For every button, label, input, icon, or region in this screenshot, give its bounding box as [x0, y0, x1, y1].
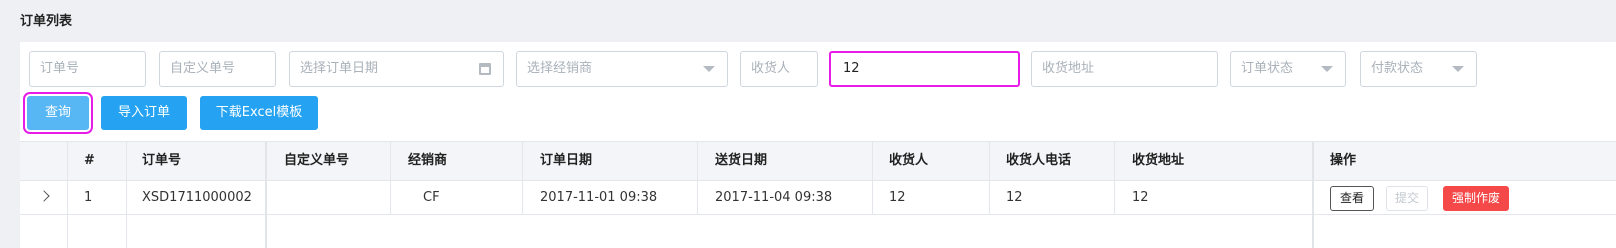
order-date-placeholder: 选择订单日期 — [300, 61, 379, 76]
payment-status-placeholder: 付款状态 — [1371, 61, 1424, 76]
row-order-date: 2017-11-01 09:38 — [540, 190, 658, 205]
chevron-down-icon — [1452, 66, 1464, 72]
row-dealer: CF — [423, 190, 440, 205]
col-index: # — [84, 153, 95, 168]
order-date-picker[interactable]: 选择订单日期 — [289, 51, 504, 87]
query-button[interactable]: 查询 — [23, 92, 93, 134]
column-divider — [989, 142, 990, 215]
column-divider — [1114, 142, 1115, 215]
payment-status-select[interactable]: 付款状态 — [1360, 51, 1477, 87]
chevron-down-icon — [703, 66, 715, 72]
table-header: # 订单号 自定义单号 经销商 订单日期 送货日期 收货人 收货人电话 收货地址… — [20, 142, 1616, 181]
row-order-no: XSD1711000002 — [142, 190, 252, 205]
col-delivery-date: 送货日期 — [715, 153, 768, 168]
custom-no-input[interactable]: 自定义单号 — [159, 51, 276, 87]
force-void-button[interactable]: 强制作废 — [1443, 186, 1509, 211]
column-divider — [67, 142, 68, 248]
view-button[interactable]: 查看 — [1330, 186, 1374, 211]
col-operations: 操作 — [1330, 153, 1357, 168]
column-divider — [522, 142, 523, 215]
address-input[interactable]: 收货地址 — [1031, 51, 1218, 87]
receiver-phone-input[interactable]: 12 — [829, 51, 1020, 87]
dealer-placeholder: 选择经销商 — [527, 61, 593, 76]
fixed-column-divider — [1312, 142, 1314, 248]
row-index: 1 — [84, 190, 93, 205]
page-title: 订单列表 — [20, 14, 73, 29]
receiver-input[interactable]: 收货人 — [740, 51, 818, 87]
column-divider — [872, 142, 873, 215]
download-excel-template-button[interactable]: 下载Excel模板 — [200, 96, 318, 130]
column-divider — [390, 142, 391, 215]
col-address: 收货地址 — [1132, 153, 1185, 168]
dealer-select[interactable]: 选择经销商 — [516, 51, 728, 87]
col-dealer: 经销商 — [408, 153, 448, 168]
import-orders-button[interactable]: 导入订单 — [101, 96, 187, 130]
row-receiver-phone: 12 — [1006, 190, 1023, 205]
order-status-placeholder: 订单状态 — [1241, 61, 1294, 76]
col-order-no: 订单号 — [142, 153, 182, 168]
column-divider — [126, 142, 127, 248]
col-receiver-phone: 收货人电话 — [1006, 153, 1072, 168]
chevron-down-icon — [1321, 66, 1333, 72]
row-delivery-date: 2017-11-04 09:38 — [715, 190, 833, 205]
submit-button[interactable]: 提交 — [1386, 186, 1428, 211]
row-address: 12 — [1132, 190, 1149, 205]
order-no-input[interactable]: 订单号 — [29, 51, 146, 87]
orders-table: # 订单号 自定义单号 经销商 订单日期 送货日期 收货人 收货人电话 收货地址… — [20, 141, 1616, 248]
calendar-icon — [479, 63, 491, 75]
col-custom-no: 自定义单号 — [284, 153, 350, 168]
order-list-panel: 订单号 自定义单号 选择订单日期 选择经销商 收货人 12 收货地址 订单状态 … — [20, 42, 1616, 248]
col-order-date: 订单日期 — [540, 153, 593, 168]
chevron-right-icon[interactable] — [38, 190, 50, 202]
row-receiver: 12 — [889, 190, 906, 205]
table-row: 1 XSD1711000002 CF 2017-11-01 09:38 2017… — [20, 181, 1616, 215]
order-status-select[interactable]: 订单状态 — [1230, 51, 1346, 87]
col-receiver: 收货人 — [889, 153, 929, 168]
column-divider — [697, 142, 698, 215]
fixed-column-divider — [265, 142, 267, 248]
